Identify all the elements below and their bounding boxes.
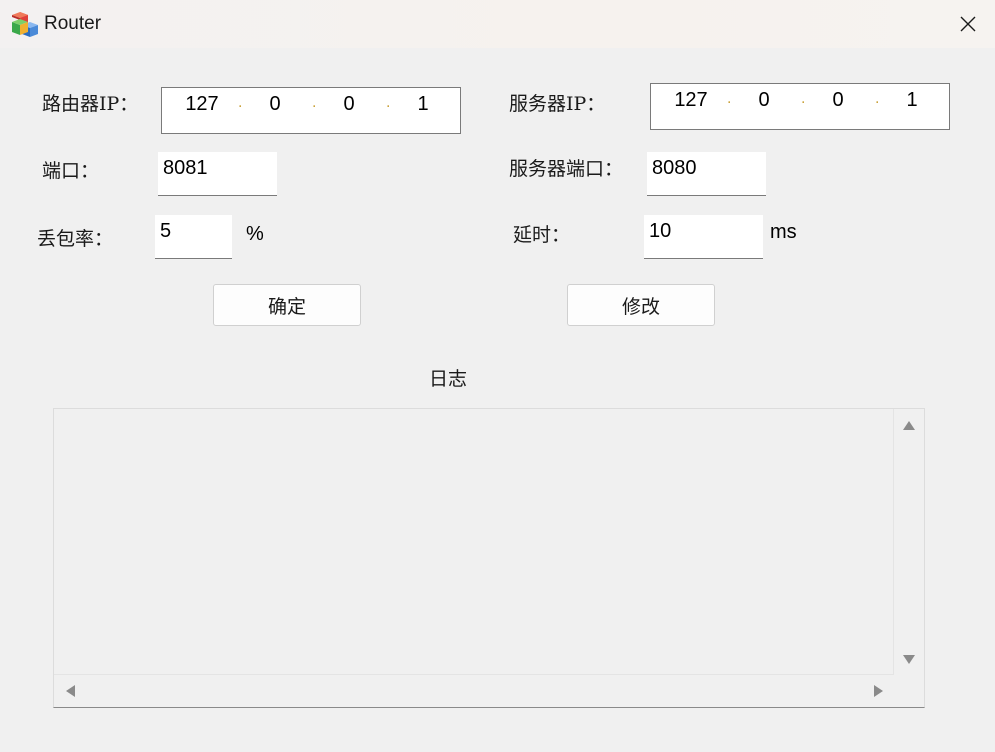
vertical-scrollbar[interactable] (893, 409, 924, 675)
window-title: Router (44, 13, 102, 34)
delay-input[interactable]: 10 (644, 215, 763, 259)
ip-separator: . (727, 90, 732, 107)
server-ip-octet-2[interactable]: 0 (742, 89, 786, 112)
server-ip-label: 服务器IP： (509, 93, 606, 115)
router-ip-octet-1[interactable]: 127 (180, 93, 224, 116)
loss-rate-unit: % (246, 223, 264, 245)
router-ip-octet-3[interactable]: 0 (327, 93, 371, 116)
close-button[interactable] (940, 0, 995, 48)
scroll-down-icon[interactable] (903, 655, 915, 664)
modify-button[interactable]: 修改 (567, 284, 715, 326)
port-input[interactable]: 8081 (158, 152, 277, 196)
confirm-button[interactable]: 确定 (213, 284, 361, 326)
log-content[interactable] (54, 409, 894, 675)
title-bar: Router (0, 0, 995, 48)
ip-separator: . (875, 90, 880, 107)
horizontal-scrollbar[interactable] (54, 674, 894, 707)
scroll-up-icon[interactable] (903, 421, 915, 430)
mfc-app-icon (12, 12, 38, 37)
loss-rate-input[interactable]: 5 (155, 215, 232, 259)
loss-rate-label: 丢包率： (37, 228, 114, 250)
delay-unit: ms (770, 221, 797, 243)
server-ip-octet-1[interactable]: 127 (669, 89, 713, 112)
router-ip-label: 路由器IP： (42, 93, 139, 115)
ip-separator: . (312, 94, 317, 111)
server-ip-octet-3[interactable]: 0 (816, 89, 860, 112)
server-ip-input[interactable]: 127 . 0 . 0 . 1 (650, 83, 950, 130)
delay-label: 延时： (513, 224, 571, 246)
server-port-label: 服务器端口： (509, 158, 624, 180)
router-ip-input[interactable]: 127 . 0 . 0 . 1 (161, 87, 461, 134)
server-port-input[interactable]: 8080 (647, 152, 766, 196)
server-ip-octet-4[interactable]: 1 (890, 89, 934, 112)
ip-separator: . (238, 94, 243, 111)
router-ip-octet-2[interactable]: 0 (253, 93, 297, 116)
log-title: 日志 (429, 368, 468, 390)
ip-separator: . (801, 90, 806, 107)
close-icon (960, 16, 975, 32)
port-label: 端口： (42, 160, 100, 182)
log-box[interactable] (53, 408, 925, 708)
scroll-left-icon[interactable] (66, 685, 75, 697)
ip-separator: . (386, 94, 391, 111)
router-ip-octet-4[interactable]: 1 (401, 93, 445, 116)
scroll-right-icon[interactable] (874, 685, 883, 697)
